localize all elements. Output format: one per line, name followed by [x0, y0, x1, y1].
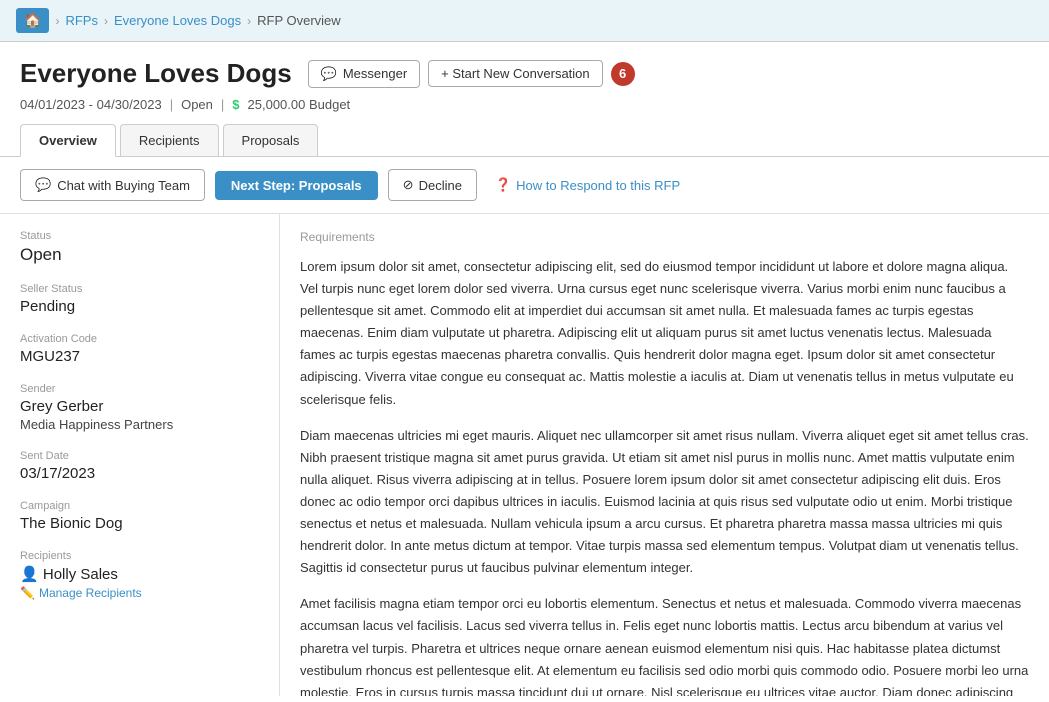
sidebar-campaign-field: Campaign The Bionic Dog [20, 500, 259, 532]
start-conversation-button[interactable]: + Start New Conversation [428, 60, 602, 87]
sidebar-sent-date-value: 03/17/2023 [20, 465, 259, 482]
tab-proposals[interactable]: Proposals [223, 124, 319, 156]
sidebar-campaign-value: The Bionic Dog [20, 515, 259, 532]
meta-status: Open [181, 97, 213, 112]
decline-button[interactable]: ⊘ Decline [388, 169, 477, 201]
sidebar-recipients-label: Recipients [20, 550, 259, 562]
page-title: Everyone Loves Dogs [20, 58, 292, 89]
sidebar-activation-code-field: Activation Code MGU237 [20, 333, 259, 365]
pencil-icon: ✏️ [20, 586, 35, 600]
sidebar-activation-code-label: Activation Code [20, 333, 259, 345]
manage-recipients-label: Manage Recipients [39, 586, 142, 600]
sidebar-seller-status-value: Pending [20, 298, 259, 315]
requirements-paragraph-3: Amet facilisis magna etiam tempor orci e… [300, 593, 1029, 696]
breadcrumb-everyone-loves-dogs[interactable]: Everyone Loves Dogs [114, 13, 241, 28]
home-icon[interactable]: 🏠 [16, 8, 49, 33]
sidebar-status-label: Status [20, 230, 259, 242]
meta-dollar: $ [232, 97, 239, 112]
requirements-text: Lorem ipsum dolor sit amet, consectetur … [300, 256, 1029, 696]
sidebar-sent-date-label: Sent Date [20, 450, 259, 462]
sidebar-sender-label: Sender [20, 383, 259, 395]
requirements-paragraph-1: Lorem ipsum dolor sit amet, consectetur … [300, 256, 1029, 411]
sidebar-sender-field: Sender Grey Gerber Media Happiness Partn… [20, 383, 259, 432]
sidebar-campaign-label: Campaign [20, 500, 259, 512]
tab-recipients[interactable]: Recipients [120, 124, 219, 156]
content-area: Requirements Lorem ipsum dolor sit amet,… [280, 214, 1049, 696]
meta-sep-1: | [170, 97, 173, 112]
breadcrumb: 🏠 › RFPs › Everyone Loves Dogs › RFP Ove… [0, 0, 1049, 42]
tabs-bar: Overview Recipients Proposals [0, 124, 1049, 157]
requirements-label: Requirements [300, 230, 1029, 244]
meta-sep-2: | [221, 97, 224, 112]
breadcrumb-sep-2: › [104, 14, 108, 28]
main-content: Status Open Seller Status Pending Activa… [0, 214, 1049, 696]
tab-overview[interactable]: Overview [20, 124, 116, 157]
header-area: Everyone Loves Dogs 💬 Messenger + Start … [0, 42, 1049, 112]
sidebar-seller-status-label: Seller Status [20, 283, 259, 295]
sidebar-activation-code-value: MGU237 [20, 348, 259, 365]
manage-recipients-link[interactable]: ✏️ Manage Recipients [20, 586, 259, 600]
sidebar: Status Open Seller Status Pending Activa… [0, 214, 280, 696]
messenger-button[interactable]: 💬 Messenger [308, 60, 421, 88]
how-to-respond-button[interactable]: ❓ How to Respond to this RFP [495, 177, 680, 193]
meta-dates: 04/01/2023 - 04/30/2023 [20, 97, 162, 112]
how-to-label: How to Respond to this RFP [516, 178, 680, 193]
decline-label: Decline [419, 178, 462, 193]
sidebar-status-field: Status Open [20, 230, 259, 265]
breadcrumb-rfps[interactable]: RFPs [65, 13, 98, 28]
breadcrumb-rfp-overview: RFP Overview [257, 13, 341, 28]
sidebar-sender-company: Media Happiness Partners [20, 417, 259, 432]
breadcrumb-sep-3: › [247, 14, 251, 28]
sidebar-seller-status-field: Seller Status Pending [20, 283, 259, 315]
header-top: Everyone Loves Dogs 💬 Messenger + Start … [20, 58, 1029, 89]
sidebar-status-value: Open [20, 245, 259, 265]
sidebar-recipients-value: 👤 Holly Sales [20, 565, 259, 583]
meta-line: 04/01/2023 - 04/30/2023 | Open | $ 25,00… [20, 97, 1029, 112]
sidebar-recipient-name: Holly Sales [43, 566, 118, 583]
help-icon: ❓ [495, 177, 511, 193]
messenger-label: Messenger [343, 66, 407, 81]
breadcrumb-sep-1: › [55, 14, 59, 28]
sidebar-sender-name: Grey Gerber [20, 398, 259, 415]
next-step-button[interactable]: Next Step: Proposals [215, 171, 378, 200]
header-actions: 💬 Messenger + Start New Conversation 6 [308, 60, 635, 88]
chat-label: Chat with Buying Team [57, 178, 190, 193]
chat-icon: 💬 [35, 177, 51, 193]
chat-buying-team-button[interactable]: 💬 Chat with Buying Team [20, 169, 205, 201]
notification-badge: 6 [611, 62, 635, 86]
action-bar: 💬 Chat with Buying Team Next Step: Propo… [0, 157, 1049, 214]
sidebar-recipients-field: Recipients 👤 Holly Sales ✏️ Manage Recip… [20, 550, 259, 600]
person-icon: 👤 [20, 566, 39, 583]
decline-icon: ⊘ [403, 177, 414, 193]
message-icon: 💬 [321, 66, 337, 82]
requirements-paragraph-2: Diam maecenas ultricies mi eget mauris. … [300, 425, 1029, 580]
meta-budget: 25,000.00 Budget [248, 97, 351, 112]
sidebar-sent-date-field: Sent Date 03/17/2023 [20, 450, 259, 482]
